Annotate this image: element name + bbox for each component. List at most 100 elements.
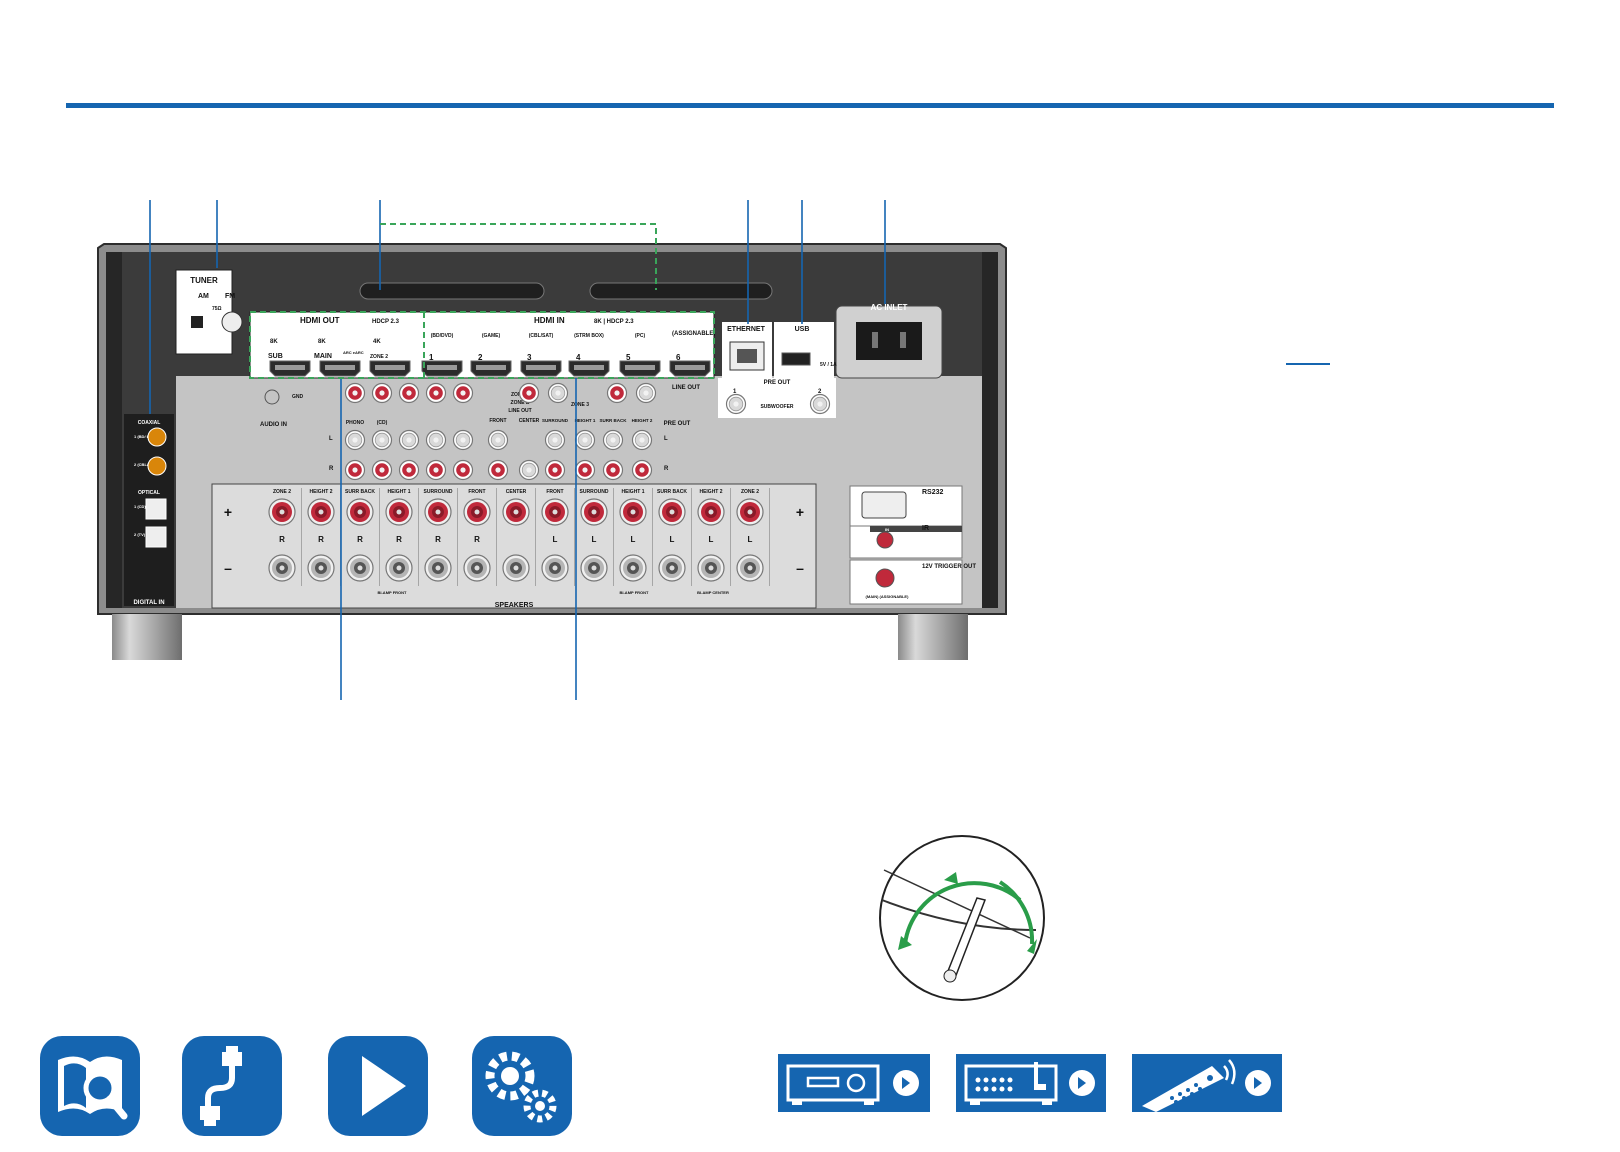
badge-8k-sub: 8K [270,339,278,345]
speaker-terminal-minus [658,554,686,582]
nav-connection-button[interactable] [182,1036,282,1136]
nav-playback-button[interactable] [328,1036,428,1136]
speaker-terminal-label: SURROUND [580,489,609,495]
digital-in-label: DIGITAL IN [133,600,164,606]
hdmi-in-3 [520,360,562,377]
pre-out-l-jack [631,429,653,451]
zone3-label: ZONE 3 [571,402,589,408]
hdmi-out-label: HDMI OUT [300,316,340,325]
trigger-out-jack [875,568,895,588]
sub-label: SUB [268,353,283,360]
ir-label: IR [922,525,929,532]
speaker-channel-label: L [709,535,714,544]
audio-in-l-jack [425,429,447,451]
component-video-jack [371,382,393,404]
nav-remote-controller-button[interactable] [1132,1054,1282,1112]
preout-l-label: L [664,436,668,442]
nav-rear-panel-button[interactable] [956,1054,1106,1112]
optical-label: OPTICAL [138,490,160,496]
zone-b-lineout-label: LINE OUT [508,408,531,414]
speaker-terminal-plus [697,498,725,526]
speaker-terminal-minus [697,554,725,582]
in-bd-label: (BD/DVD) [431,333,454,339]
component-video-jack [425,382,447,404]
speaker-terminal-label: ZONE 2 [273,489,291,495]
ac-inlet-label: AC INLET [871,303,908,312]
preout-front-label: FRONT [489,418,506,424]
subwoofer-2-jack [809,393,831,415]
audio-in-l-jack [398,429,420,451]
speaker-terminal-minus [736,554,764,582]
usb-power-label: 5V / 1A [820,362,837,368]
speaker-terminal-plus [385,498,413,526]
speaker-terminal-minus [385,554,413,582]
speaker-terminal-label: SURROUND [424,489,453,495]
optical-1-jack [145,498,167,520]
audio-l-label: L [329,436,333,442]
speaker-terminal-label: FRONT [546,489,563,495]
ac-pin-left [872,332,878,348]
preout-surrback-label: SURR BACK [600,418,628,423]
nav-manual-search-button[interactable] [40,1036,140,1136]
am-terminal [191,316,203,328]
speaker-terminal-plus [346,498,374,526]
audio-in-r-jack [398,459,420,481]
speaker-terminal-plus [658,498,686,526]
coaxial-1-jack [147,427,167,447]
hdmi-in-6 [669,360,711,377]
speaker-terminal-plus [424,498,452,526]
speaker-terminal-label: SURR BACK [657,489,687,495]
speaker-terminal-label: HEIGHT 2 [699,489,722,495]
hdmi-out-main [319,360,361,377]
remote-controller-icon [1142,1059,1271,1112]
nav-settings-button[interactable] [472,1036,572,1136]
audio-in-r-jack [425,459,447,481]
front-panel-icon [786,1064,919,1105]
speaker-terminal-label: HEIGHT 1 [621,489,644,495]
component-video-jack [344,382,366,404]
pre-out-2-label: PRE OUT [664,421,691,427]
speaker-terminal-minus [307,554,335,582]
fm-terminal [221,311,243,333]
am-label: AM [198,293,209,300]
line-out-label: LINE OUT [672,385,700,391]
preout-height1-label: HEIGHT 1 [575,418,596,423]
foot-left [112,614,182,660]
pre-out-r-jack [487,459,509,481]
main-label: MAIN [314,353,332,360]
zone2-hdmi-label: ZONE 2 [370,354,388,360]
speaker-terminal-label: SURR BACK [345,489,375,495]
audio-r-label: R [329,466,334,472]
speaker-terminal-label: ZONE 2 [741,489,759,495]
page: TUNER AM FM 75Ω HDMI OUT HDCP 2.3 HDMI I… [0,0,1620,1147]
audio-in-r-jack [371,459,393,481]
trigger-main-label: (MAIN) (ASSIGNABLE) [866,594,910,599]
ac-inlet-socket [856,322,922,360]
speaker-terminal-label: HEIGHT 1 [387,489,410,495]
speaker-terminal-plus [541,498,569,526]
nav-front-panel-button[interactable] [778,1054,930,1112]
reference-link[interactable] [1286,363,1330,365]
ethernet-label: ETHERNET [727,326,765,333]
hdmi-in-4 [568,360,610,377]
ac-pin-right [900,332,906,348]
preout-center-label: CENTER [519,418,540,424]
audio-in-label: AUDIO IN [260,422,287,428]
audio-in-r-jack [344,459,366,481]
phono-label: PHONO [346,420,364,426]
speaker-channel-label: R [318,535,324,544]
antenna-left [359,282,545,300]
speaker-terminal-minus [502,554,530,582]
connection-cable-icon [200,1046,242,1126]
preout-r-label: R [664,466,669,472]
gnd-label: GND [292,394,304,400]
speaker-terminal-minus [541,554,569,582]
tuner-label: TUNER [190,276,218,285]
preout-surround-label: SURROUND [542,418,569,423]
opt2-label: 2 (TV) [134,532,146,537]
hdmi-in-5 [619,360,661,377]
subwoofer-1-jack [725,393,747,415]
speaker-channel-label: R [279,535,285,544]
component-video-jack [452,382,474,404]
antenna-angle-inset [879,835,1045,1001]
